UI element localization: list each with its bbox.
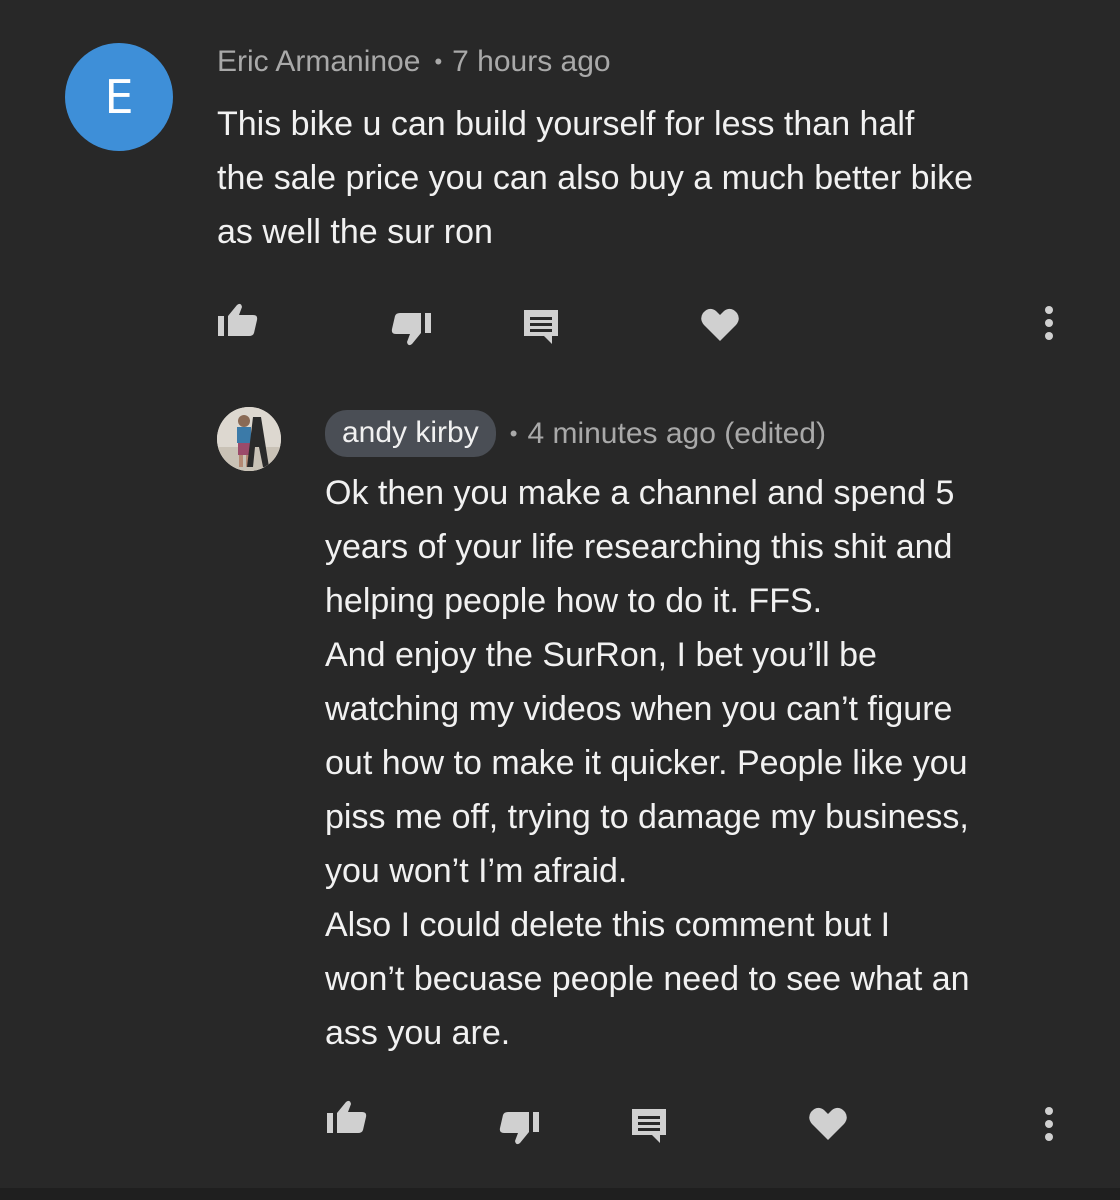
avatar-photo-icon (217, 407, 281, 471)
thumbs-up-icon[interactable] (217, 302, 259, 338)
thumbs-up-icon[interactable] (326, 1099, 368, 1135)
more-vertical-icon[interactable] (1042, 305, 1056, 341)
meta-separator: • (509, 420, 518, 446)
bottom-edge (0, 1188, 1120, 1200)
reply-comment-icon[interactable] (522, 308, 560, 346)
thumbs-down-icon[interactable] (390, 311, 432, 347)
more-vertical-icon[interactable] (1042, 1106, 1056, 1142)
reply-author-pill[interactable]: andy kirby (325, 410, 496, 457)
heart-icon[interactable] (700, 307, 740, 343)
reply-text: Ok then you make a channel and spend 5 y… (325, 474, 970, 1052)
comment-author[interactable]: Eric Armaninoe (217, 45, 420, 79)
reply-meta: andy kirby • 4 minutes ago (edited) (325, 410, 826, 457)
comment-time: 7 hours ago (452, 45, 611, 78)
comment-meta: Eric Armaninoe • 7 hours ago (217, 45, 611, 79)
heart-icon[interactable] (808, 1106, 848, 1142)
avatar[interactable]: E (65, 43, 173, 151)
reply-comment-icon[interactable] (630, 1107, 668, 1145)
avatar[interactable] (217, 407, 281, 471)
thumbs-down-icon[interactable] (498, 1110, 540, 1146)
reply-time: 4 minutes ago (edited) (527, 416, 826, 450)
meta-separator: • (434, 49, 443, 74)
comment-text: This bike u can build yourself for less … (217, 105, 973, 251)
